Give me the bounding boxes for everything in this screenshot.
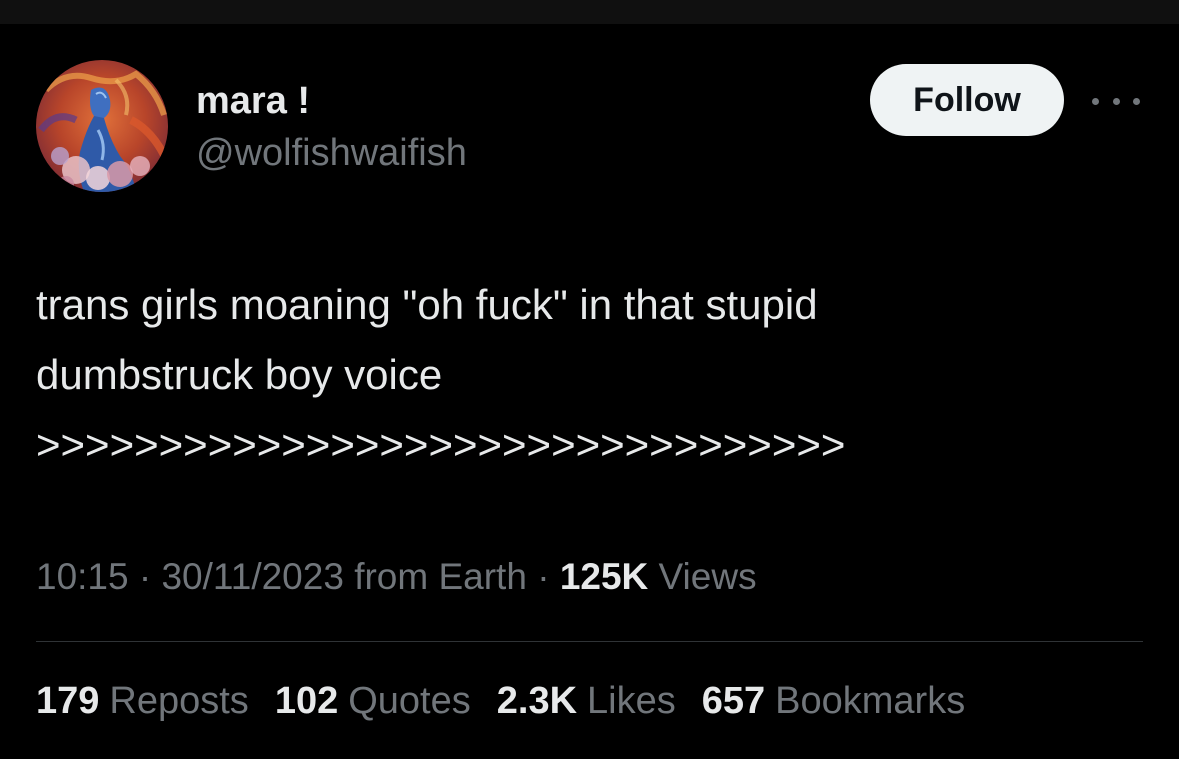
quotes-label: Quotes (348, 680, 471, 722)
tweet-line: trans girls moaning "oh fuck" in that st… (36, 281, 818, 328)
bookmarks-stat[interactable]: 657 Bookmarks (702, 680, 965, 723)
tweet-date[interactable]: 30/11/2023 (161, 556, 343, 597)
reposts-label: Reposts (109, 680, 249, 722)
engagement-stats: 179 Reposts 102 Quotes 2.3K Likes 657 Bookma… (36, 680, 965, 723)
user-handle[interactable]: @wolfishwaifish (196, 132, 467, 175)
display-name[interactable]: mara ! (196, 80, 310, 123)
dot (1112, 97, 1120, 105)
reposts-count: 179 (36, 680, 100, 722)
tweet-source: from Earth (354, 556, 527, 597)
likes-label: Likes (587, 680, 676, 722)
avatar[interactable] (36, 60, 168, 192)
tweet-metadata: 10:15 · 30/11/2023 from Earth · 125K Vie… (36, 556, 757, 598)
top-status-bar (0, 0, 1179, 24)
likes-count: 2.3K (496, 680, 578, 722)
likes-stat[interactable]: 2.3K Likes (497, 680, 676, 723)
views-count: 125K (559, 556, 649, 597)
tweet-text: trans girls moaning "oh fuck" in that st… (36, 270, 1146, 480)
reposts-stat[interactable]: 179 Reposts (36, 680, 249, 723)
dot (1133, 97, 1140, 105)
dot (1092, 97, 1099, 105)
separator: · (537, 556, 550, 597)
tweet-line: >>>>>>>>>>>>>>>>>>>>>>>>>>>>>>>>> (36, 421, 846, 468)
quotes-count: 102 (274, 680, 339, 722)
more-horizontal-icon[interactable] (1092, 86, 1140, 116)
bookmarks-count: 657 (701, 680, 766, 722)
quotes-stat[interactable]: 102 Quotes (275, 680, 471, 723)
bookmarks-label: Bookmarks (775, 680, 966, 722)
tweet-time[interactable]: 10:15 (36, 556, 129, 597)
divider (36, 641, 1143, 642)
separator: · (138, 556, 152, 597)
follow-button[interactable]: Follow (870, 64, 1064, 136)
views-label: Views (658, 556, 757, 597)
tweet-line: dumbstruck boy voice (36, 351, 443, 398)
painted-portrait-avatar-icon (36, 60, 168, 192)
